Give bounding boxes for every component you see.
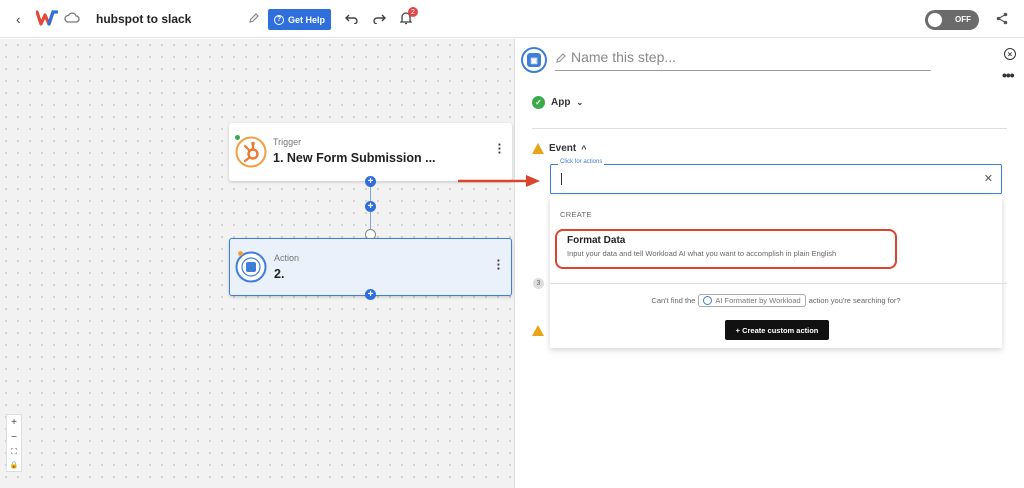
hubspot-icon (235, 136, 267, 168)
divider (532, 128, 1007, 129)
trigger-title: 1. New Form Submission ... (273, 151, 436, 165)
status-dot (235, 135, 240, 140)
clear-icon[interactable]: ✕ (984, 172, 993, 185)
red-arrow-annotation (458, 175, 540, 187)
event-section[interactable]: Event ^ (532, 143, 587, 154)
add-step-plus-icon[interactable]: + (365, 201, 376, 212)
toggle-label: OFF (955, 15, 971, 24)
format-data-option[interactable]: Format Data Input your data and tell Wor… (555, 229, 897, 269)
app-label: App (551, 97, 571, 108)
dropdown-section-label: CREATE (560, 210, 592, 219)
divider (550, 283, 1007, 284)
question-icon: ? (273, 14, 284, 25)
fit-view-icon[interactable]: ⛶ (11, 447, 17, 457)
toggle-knob (928, 13, 942, 27)
action-menu-icon[interactable]: · · · (497, 254, 501, 275)
not-found-prefix: Can't find the (651, 296, 696, 305)
close-icon[interactable]: × (1004, 48, 1016, 60)
pencil-icon (556, 53, 566, 63)
trigger-menu-icon[interactable]: · · · (498, 138, 502, 159)
flow-toggle[interactable]: OFF (925, 10, 979, 30)
back-chevron-icon[interactable]: ‹ (16, 11, 21, 27)
step-icon: ▣ (521, 47, 547, 73)
step-name-field[interactable]: Name this step... (555, 49, 931, 71)
action-search-input[interactable]: ✕ (550, 164, 1002, 194)
add-step-plus-icon[interactable]: + (365, 176, 376, 187)
step-name-placeholder: Name this step... (571, 49, 677, 65)
add-step-plus-icon[interactable]: + (365, 289, 376, 300)
undo-icon[interactable] (345, 12, 359, 24)
flow-name[interactable]: hubspot to slack (96, 12, 191, 26)
more-options-icon[interactable]: ••• (1002, 67, 1015, 83)
redo-icon[interactable] (372, 12, 386, 24)
not-found-text: Can't find the AI Formatter by Workload … (550, 294, 1002, 307)
app-chip: AI Formatter by Workload (698, 294, 806, 307)
status-dot (238, 251, 243, 256)
app-chip-label: AI Formatter by Workload (715, 296, 801, 305)
action-search-label: Click for actions (558, 159, 605, 165)
edit-pencil-icon[interactable] (248, 12, 260, 24)
app-section[interactable]: ✓ App ⌄ (532, 96, 583, 109)
warning-icon (532, 143, 544, 154)
lock-icon[interactable]: 🔒 (10, 461, 19, 469)
cloud-icon (64, 12, 80, 23)
workload-logo[interactable] (36, 9, 58, 27)
action-title: 2. (274, 267, 285, 281)
create-custom-action-button[interactable]: + Create custom action (725, 320, 829, 340)
chevron-down-icon: ⌄ (576, 98, 584, 107)
ai-formatter-icon (703, 296, 713, 305)
not-found-suffix: action you're searching for? (808, 296, 901, 305)
get-help-label: Get Help (287, 14, 325, 25)
step-config-panel: ▣ Name this step... × ••• ✓ App ⌄ Event … (514, 39, 1024, 488)
chevron-up-icon: ^ (581, 143, 587, 154)
trigger-kind: Trigger (273, 137, 302, 147)
check-icon: ✓ (532, 96, 545, 109)
get-help-button[interactable]: ? Get Help (268, 9, 331, 30)
warning-icon (532, 325, 544, 336)
event-label: Event (549, 143, 577, 154)
zoom-controls: + − ⛶ 🔒 (6, 414, 22, 472)
step-number-badge: 3 (533, 278, 544, 289)
share-icon[interactable] (996, 12, 1008, 25)
option-description: Input your data and tell Workload AI wha… (567, 249, 837, 258)
text-caret (561, 173, 562, 185)
zoom-in-icon[interactable]: + (11, 417, 17, 428)
option-title: Format Data (567, 235, 626, 246)
workload-icon: ▣ (527, 53, 541, 67)
zoom-out-icon[interactable]: − (11, 432, 17, 443)
notification-badge: 2 (408, 7, 418, 17)
action-kind: Action (274, 253, 300, 263)
action-dropdown: CREATE Format Data Input your data and t… (550, 196, 1002, 348)
action-node[interactable]: Action 2. · · · (229, 238, 512, 296)
top-bar: ‹ hubspot to slack ? Get Help 2 OFF (0, 0, 1024, 38)
